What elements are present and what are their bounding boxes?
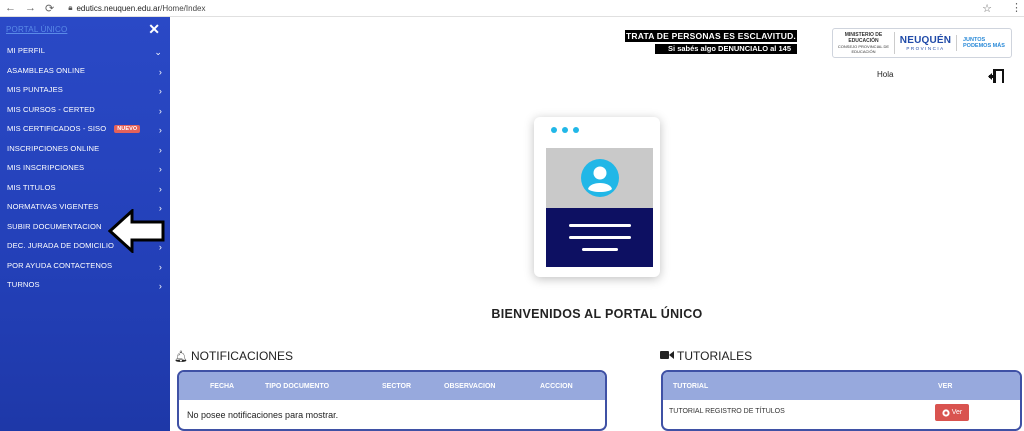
avatar-placeholder (546, 148, 653, 208)
sidebar-item-asambleas-online[interactable]: ASAMBLEAS ONLINE › (0, 61, 170, 81)
reload-icon[interactable]: ⟳ (45, 2, 54, 15)
chevron-right-icon: › (158, 164, 162, 174)
chevron-right-icon: › (158, 125, 162, 135)
neuquen-text: NEUQUÉN (899, 35, 952, 46)
chevron-right-icon: › (158, 86, 162, 96)
tutorials-table: TUTORIAL VER TUTORIAL REGISTRO DE TÍTULO… (661, 370, 1022, 431)
chevron-right-icon: › (158, 105, 162, 116)
sidebar-item-mis-inscripciones[interactable]: MIS INSCRIPCIONES › (0, 158, 170, 178)
browser-menu-icon[interactable]: ⋮ (1011, 1, 1022, 14)
sidebar-item-inscripciones-online[interactable]: INSCRIPCIONES ONLINE › (0, 139, 170, 159)
pointer-arrow-icon (108, 209, 165, 253)
lock-icon[interactable]: 🔒︎ (68, 3, 72, 13)
notifications-title: NOTIFICACIONES (190, 349, 293, 363)
sidebar-item-label: MIS INSCRIPCIONES (7, 163, 85, 173)
sidebar-menu: MI PERFIL ⌄ ASAMBLEAS ONLINE › MIS PUNTAJE… (0, 41, 170, 295)
sidebar-item-label: MIS CERTIFICADOS - SISO (7, 124, 107, 134)
bookmark-star-icon[interactable]: ☆ (982, 2, 992, 15)
ministry-name: MINISTERIO DE EDUCACIÓN (844, 32, 883, 44)
sidebar-header: PORTAL ÚNICO ✕ (0, 17, 170, 41)
col-tutorial: TUTORIAL (673, 382, 709, 390)
government-logo: MINISTERIO DE EDUCACIÓN CONSEJO PROVINCI… (832, 28, 1012, 58)
notifications-heading: 🔔︎ NOTIFICACIONES (174, 349, 293, 363)
browser-toolbar: ← → ⟳ 🔒︎ edutics.neuquen.edu.ar/Home/Ind… (0, 0, 1024, 17)
url-host: edutics.neuquen.edu.ar (76, 3, 161, 13)
council-name: CONSEJO PROVINCIAL DE EDUCACIÓN (837, 44, 890, 54)
col-sector: SECTOR (382, 382, 412, 390)
sidebar-item-mis-cursos[interactable]: MIS CURSOS - CERTED › (0, 100, 170, 120)
profile-illustration (534, 117, 660, 277)
notifications-table: FECHA TIPO DOCUMENTO SECTOR OBSERVACION … (177, 370, 607, 431)
sidebar-item-label: MIS CURSOS - CERTED (7, 104, 95, 114)
chevron-right-icon: › (158, 183, 162, 194)
ver-tutorial-button[interactable]: Ver (935, 404, 969, 421)
table-row: TUTORIAL REGISTRO DE TÍTULOS Ver (663, 400, 1020, 428)
banner-line-2: Si sabés algo DENUNCIALO al 145 (655, 44, 797, 54)
tutorials-title: TUTORIALES (677, 349, 753, 363)
sidebar-item-label: DEC. JURADA DE DOMICILIO (7, 241, 115, 251)
col-tipo-documento: TIPO DOCUMENTO (265, 382, 330, 390)
user-avatar-icon (580, 159, 619, 197)
card-text-panel (546, 208, 653, 267)
tutorial-name: TUTORIAL REGISTRO DE TÍTULOS (669, 408, 785, 415)
ministry-label: MINISTERIO DE EDUCACIÓN CONSEJO PROVINCI… (833, 32, 895, 54)
sidebar-item-label: MIS PUNTAJES (7, 85, 63, 95)
sidebar-item-label: MIS TITULOS (7, 182, 56, 192)
sidebar-item-label: TURNOS (7, 280, 40, 290)
provincia-text: PROVINCIA (906, 46, 945, 51)
tutorials-table-header: TUTORIAL VER (663, 372, 1020, 400)
neuquen-wordmark: NEUQUÉN PROVINCIA (895, 35, 957, 51)
address-bar[interactable]: edutics.neuquen.edu.ar/Home/Index (76, 4, 205, 13)
chevron-right-icon: › (158, 144, 162, 155)
col-accion: ACCCION (540, 382, 573, 390)
sidebar-item-label: POR AYUDA CONTACTENOS (7, 260, 113, 270)
notifications-empty-message: No posee notificaciones para mostrar. (187, 410, 339, 420)
sidebar-item-mis-titulos[interactable]: MIS TITULOS › (0, 178, 170, 198)
chevron-down-icon: ⌄ (154, 47, 162, 57)
back-icon[interactable]: ← (5, 2, 16, 15)
bell-icon: 🔔︎ (174, 350, 188, 363)
sidebar-item-turnos[interactable]: TURNOS › (0, 275, 170, 295)
ver-button-label: Ver (951, 409, 963, 416)
forward-icon[interactable]: → (25, 2, 36, 15)
sidebar-item-contactenos[interactable]: POR AYUDA CONTACTENOS › (0, 256, 170, 276)
sidebar-item-label: ASAMBLEAS ONLINE (7, 65, 85, 75)
notifications-table-header: FECHA TIPO DOCUMENTO SECTOR OBSERVACION … (179, 372, 605, 400)
video-camera-icon (660, 349, 674, 363)
sidebar-item-mis-certificados[interactable]: MIS CERTIFICADOS - SISO NUEVO › (0, 119, 170, 139)
chevron-right-icon: › (158, 66, 162, 77)
anti-trafficking-banner: TRATA DE PERSONAS ES ESCLAVITUD. Si sabé… (625, 30, 797, 54)
sidebar-item-mis-puntajes[interactable]: MIS PUNTAJES › (0, 80, 170, 100)
window-dots (551, 127, 579, 133)
tutorials-heading: TUTORIALES (660, 349, 752, 363)
url-path: /Home/Index (160, 3, 206, 13)
eye-icon (942, 408, 950, 417)
close-icon[interactable]: ✕ (148, 21, 160, 38)
chevron-right-icon: › (158, 281, 162, 291)
greeting-text: Hola (877, 70, 894, 79)
sidebar-item-label: NORMATIVAS VIGENTES (7, 202, 99, 212)
col-observacion: OBSERVACION (444, 382, 496, 390)
chevron-right-icon: › (158, 261, 162, 272)
col-fecha: FECHA (210, 382, 235, 390)
sidebar-item-label: SUBIR DOCUMENTACION (7, 221, 102, 231)
new-badge: NUEVO (114, 124, 141, 133)
portal-title-link[interactable]: PORTAL ÚNICO (6, 25, 67, 34)
col-ver: VER (938, 382, 953, 390)
sidebar-item-label: INSCRIPCIONES ONLINE (7, 143, 100, 153)
sidebar-item-label: MI PERFIL (7, 46, 46, 56)
welcome-heading: BIENVENIDOS AL PORTAL ÚNICO (491, 307, 703, 321)
slogan: JUNTOS PODEMOS MÁS (963, 37, 1005, 49)
sidebar-item-mi-perfil[interactable]: MI PERFIL ⌄ (0, 41, 170, 61)
logout-icon[interactable] (988, 68, 1006, 84)
banner-line-1: TRATA DE PERSONAS ES ESCLAVITUD. (625, 30, 797, 42)
